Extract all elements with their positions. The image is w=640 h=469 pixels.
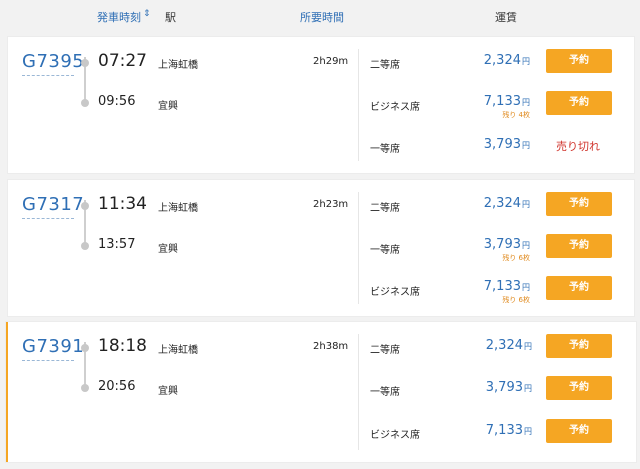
sort-duration[interactable]: 所要時間 — [300, 9, 344, 25]
fare-price: 7,133円 — [485, 423, 532, 438]
fare-header: 運賃 — [495, 11, 517, 24]
remaining-seats: 残り 6枚 — [502, 296, 530, 304]
results-header: 発車時刻 ⇕ 駅 所要時間 運賃 — [0, 0, 640, 30]
train-number-underline — [22, 75, 74, 76]
train-number[interactable]: G7391 — [22, 336, 84, 357]
station-header: 駅 — [165, 11, 176, 24]
fare-price: 3,793円 — [483, 137, 530, 152]
duration: 2h29m — [313, 56, 349, 67]
train-number[interactable]: G7317 — [22, 194, 84, 215]
seat-class: 一等席 — [370, 387, 400, 398]
departure-dot — [81, 59, 89, 67]
divider — [358, 334, 359, 450]
duration: 2h38m — [313, 341, 349, 352]
remaining-seats: 残り 6枚 — [502, 254, 530, 262]
arrival-time: 09:56 — [98, 94, 136, 109]
fare-price: 7,133円 — [483, 279, 530, 294]
reserve-button[interactable]: 予約 — [546, 234, 612, 258]
arrival-station: 宜興 — [158, 244, 178, 255]
train-card-selected: G7391 18:18 20:56 上海虹橋 宜興 2h38m 二等席 2,32… — [6, 322, 636, 462]
seat-class: ビジネス席 — [370, 430, 420, 441]
fare-price: 2,324円 — [485, 338, 532, 353]
arrival-station: 宜興 — [158, 386, 178, 397]
reserve-button[interactable]: 予約 — [546, 334, 612, 358]
reserve-button[interactable]: 予約 — [546, 276, 612, 300]
train-number-underline — [22, 218, 74, 219]
duration: 2h23m — [313, 199, 349, 210]
arrival-time: 13:57 — [98, 237, 136, 252]
seat-class: 二等席 — [370, 60, 400, 71]
seat-class: 一等席 — [370, 245, 400, 256]
seat-class: 二等席 — [370, 203, 400, 214]
arrival-dot — [81, 384, 89, 392]
fare-price: 2,324円 — [483, 53, 530, 68]
sold-out-label: 売り切れ — [556, 140, 600, 153]
train-card: G7317 11:34 13:57 上海虹橋 宜興 2h23m 二等席 2,32… — [8, 180, 634, 316]
arrival-dot — [81, 242, 89, 250]
fare-price: 3,793円 — [485, 380, 532, 395]
reserve-button[interactable]: 予約 — [546, 49, 612, 73]
fare-price: 3,793円 — [483, 237, 530, 252]
arrival-station: 宜興 — [158, 101, 178, 112]
fare-price: 2,324円 — [483, 196, 530, 211]
reserve-button[interactable]: 予約 — [546, 419, 612, 443]
train-number-underline — [22, 360, 74, 361]
fare-price: 7,133円 — [483, 94, 530, 109]
seat-class: 一等席 — [370, 144, 400, 155]
divider — [358, 192, 359, 304]
train-card: G7395 07:27 09:56 上海虹橋 宜興 2h29m 二等席 2,32… — [8, 37, 634, 173]
reserve-button[interactable]: 予約 — [546, 91, 612, 115]
reserve-button[interactable]: 予約 — [546, 376, 612, 400]
train-number[interactable]: G7395 — [22, 51, 84, 72]
departure-time: 11:34 — [98, 194, 147, 214]
departure-time: 18:18 — [98, 336, 147, 356]
reserve-button[interactable]: 予約 — [546, 192, 612, 216]
seat-class: ビジネス席 — [370, 102, 420, 113]
seat-class: ビジネス席 — [370, 287, 420, 298]
arrival-dot — [81, 99, 89, 107]
sort-departure-time[interactable]: 発車時刻 — [97, 9, 141, 25]
seat-class: 二等席 — [370, 345, 400, 356]
departure-station: 上海虹橋 — [158, 345, 198, 356]
departure-dot — [81, 202, 89, 210]
departure-station: 上海虹橋 — [158, 60, 198, 71]
departure-dot — [81, 344, 89, 352]
remaining-seats: 残り 4枚 — [502, 111, 530, 119]
departure-station: 上海虹橋 — [158, 203, 198, 214]
sort-icon[interactable]: ⇕ — [143, 9, 151, 19]
departure-time: 07:27 — [98, 51, 147, 71]
divider — [358, 49, 359, 161]
arrival-time: 20:56 — [98, 379, 136, 394]
